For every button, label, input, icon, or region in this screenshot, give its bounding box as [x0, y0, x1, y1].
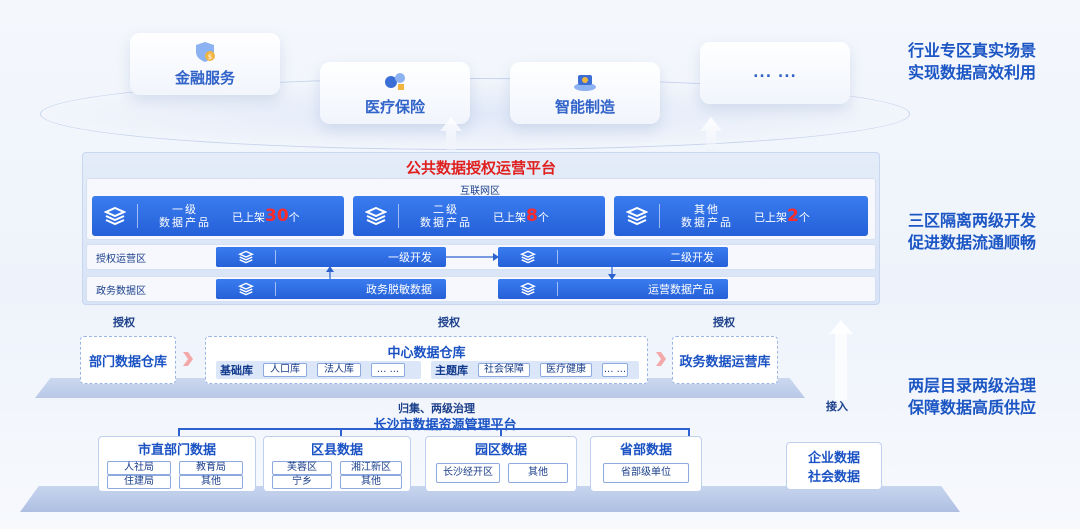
- tag: 其他: [340, 475, 402, 489]
- tag: 其他: [508, 463, 568, 483]
- tag: 芙蓉区: [272, 461, 332, 475]
- tag: 长沙经开区: [436, 463, 500, 483]
- enterprise-social-data[interactable]: 企业数据 社会数据: [786, 442, 882, 490]
- access-label: 接入: [826, 400, 848, 413]
- source-parks[interactable]: 园区数据 长沙经开区 其他: [425, 436, 577, 492]
- tree-line: [178, 428, 690, 430]
- tag: 湘江新区: [340, 461, 402, 475]
- tag: 省部级单位: [603, 463, 689, 483]
- tag: 人社局: [107, 461, 171, 475]
- tag: 教育局: [179, 461, 243, 475]
- tag: 宁乡: [272, 475, 332, 489]
- source-provincial[interactable]: 省部数据 省部级单位: [590, 436, 702, 492]
- source-districts[interactable]: 区县数据 芙蓉区 湘江新区 宁乡 其他: [263, 436, 411, 492]
- mgmt-platform-title: 长沙市数据资源管理平台: [373, 418, 517, 433]
- tag: 其他: [179, 475, 243, 489]
- tag: 住建局: [107, 475, 171, 489]
- source-city-depts[interactable]: 市直部门数据 人社局 教育局 住建局 其他: [98, 436, 256, 492]
